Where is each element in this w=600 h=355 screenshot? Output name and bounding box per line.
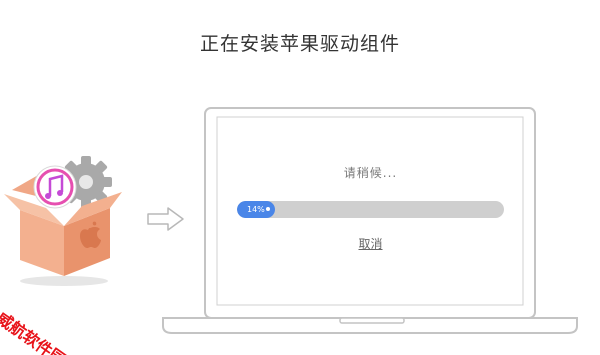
cancel-link-row: 取消 [218,235,523,252]
progress-fill: 14% [237,201,275,218]
arrow-right-icon [147,207,184,231]
progress-dot [266,207,270,211]
installer-window: 正在安装苹果驱动组件 请稍候... 14% 取消 威航软件园 [0,0,600,355]
music-note-icon [33,165,77,209]
package-box-icon [4,156,122,286]
cancel-button[interactable]: 取消 [358,237,382,251]
screen-content: 请稍候... 14% 取消 [218,117,523,303]
progress-bar: 14% [237,201,504,218]
progress-label: 14% [247,205,265,214]
wait-text: 请稍候... [343,166,398,180]
